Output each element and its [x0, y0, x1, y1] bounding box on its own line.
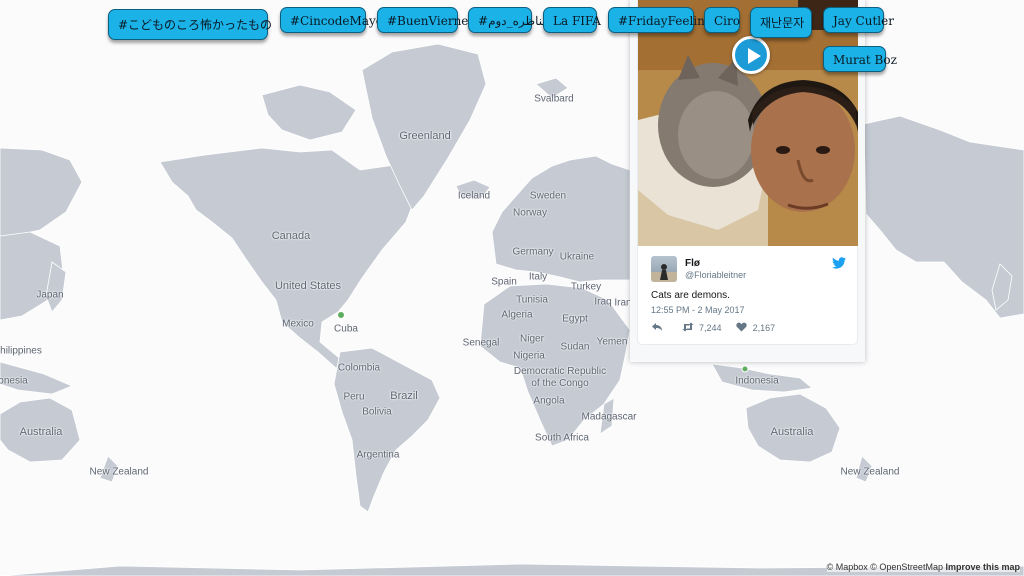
trend-tag-murat-boz[interactable]: Murat Boz: [823, 46, 897, 72]
trend-tag-la-fifa[interactable]: La FIFA: [543, 7, 601, 33]
avatar[interactable]: [651, 256, 677, 282]
map-label-mexico: Mexico: [282, 318, 314, 330]
map-label-canada: Canada: [271, 230, 311, 242]
map-label-bolivia: Bolivia: [362, 406, 392, 418]
trend-tag-buenviernes[interactable]: #BuenViernes: [377, 7, 475, 33]
map-label-tunisia: Tunisia: [516, 294, 548, 306]
map-label-peru: Peru: [343, 391, 365, 403]
map-label-norway: Norway: [513, 207, 547, 219]
mapbox-attribution-link[interactable]: © Mapbox: [827, 562, 868, 572]
map-label-south-africa: South Africa: [535, 432, 589, 444]
map-label-spain: Spain: [491, 276, 517, 288]
retweet-count: 7,244: [699, 323, 722, 333]
map-label-iceland: Iceland: [457, 190, 491, 202]
like-count: 2,167: [752, 323, 776, 333]
tweet-timestamp[interactable]: 12:55 PM - 2 May 2017: [651, 305, 745, 315]
land-north-america: [159, 147, 419, 369]
map-attribution: © Mapbox © OpenStreetMap Improve this ma…: [826, 562, 1020, 572]
map-label-iraq: Iraq: [594, 296, 612, 308]
map-label-egypt: Egypt: [562, 313, 588, 325]
map-label-germany: Germany: [512, 246, 554, 258]
play-icon[interactable]: [732, 36, 770, 74]
map-label-colombia: Colombia: [337, 362, 381, 374]
map-label-sweden: Sweden: [529, 190, 567, 202]
tweet-marker[interactable]: [741, 365, 749, 373]
map-label-new-zealand: New Zealand: [840, 466, 900, 478]
heart-icon[interactable]: [736, 322, 747, 334]
map-label-argentina: Argentina: [356, 449, 400, 461]
tweet-handle[interactable]: @Floriableitner: [685, 270, 746, 280]
trend-tag-fridayfeeling[interactable]: #FridayFeeling: [608, 7, 713, 33]
map-label-brazil: Brazil: [390, 390, 418, 402]
reply-icon[interactable]: [651, 322, 663, 334]
map-label-japan: Japan: [36, 289, 64, 301]
twitter-bird-icon[interactable]: [832, 257, 846, 269]
map-label-turkey: Turkey: [570, 281, 602, 293]
trend-tag-kodomo[interactable]: #こどものころ怖かったもの: [108, 9, 272, 40]
world-map[interactable]: [0, 0, 1024, 576]
map-label-yemen: Yemen: [596, 336, 628, 348]
map-label-algeria: Algeria: [501, 309, 533, 321]
osm-attribution-link[interactable]: © OpenStreetMap: [870, 562, 943, 572]
trend-tag-monazere[interactable]: #مناظره_دوم: [468, 7, 549, 33]
map-label-indonesia: Indonesia: [735, 375, 779, 387]
map-label-sudan: Sudan: [560, 341, 590, 353]
map-label-ukraine: Ukraine: [559, 251, 595, 263]
map-label-australia-west: Australia: [19, 426, 63, 438]
map-label-greenland: Greenland: [399, 130, 451, 142]
map-label-indonesia-west: onesia: [0, 375, 28, 387]
trend-tag-disaster-text[interactable]: 재난문자: [750, 7, 812, 38]
land-europe: [491, 155, 631, 283]
trend-tag-ciro[interactable]: Ciro: [704, 7, 740, 33]
map-label-australia: Australia: [770, 426, 814, 438]
map-label-italy: Italy: [528, 271, 548, 283]
map-label-senegal: Senegal: [462, 337, 500, 349]
improve-map-link[interactable]: Improve this map: [945, 562, 1020, 572]
map-label-drc: Democratic Republic of the Congo: [513, 366, 607, 389]
map-label-madagascar: Madagascar: [581, 411, 637, 423]
tweet-marker[interactable]: [337, 311, 345, 319]
map-label-united-states: United States: [274, 280, 342, 292]
land-arctic-islands: [261, 84, 357, 141]
tweet-video-thumbnail[interactable]: [638, 0, 858, 246]
retweet-icon[interactable]: [682, 322, 694, 334]
map-label-philippines: hilippines: [0, 345, 42, 357]
map-label-nigeria: Nigeria: [513, 350, 545, 362]
map-label-angola: Angola: [533, 395, 565, 407]
trend-tag-cincodemayo[interactable]: #CincodeMayo: [280, 7, 383, 33]
tweet-display-name[interactable]: Flø: [685, 258, 700, 269]
map-label-cuba: Cuba: [334, 323, 358, 335]
map-label-new-zealand-west: New Zealand: [89, 466, 149, 478]
tweet-actions: 7,244 2,167: [651, 322, 775, 334]
tweet-text: Cats are demons.: [651, 290, 730, 301]
map-label-svalbard: Svalbard: [534, 93, 574, 105]
map-label-niger: Niger: [520, 333, 544, 345]
land-alaska-west: [0, 147, 83, 239]
trend-tag-jay-cutler[interactable]: Jay Cutler: [823, 7, 894, 33]
